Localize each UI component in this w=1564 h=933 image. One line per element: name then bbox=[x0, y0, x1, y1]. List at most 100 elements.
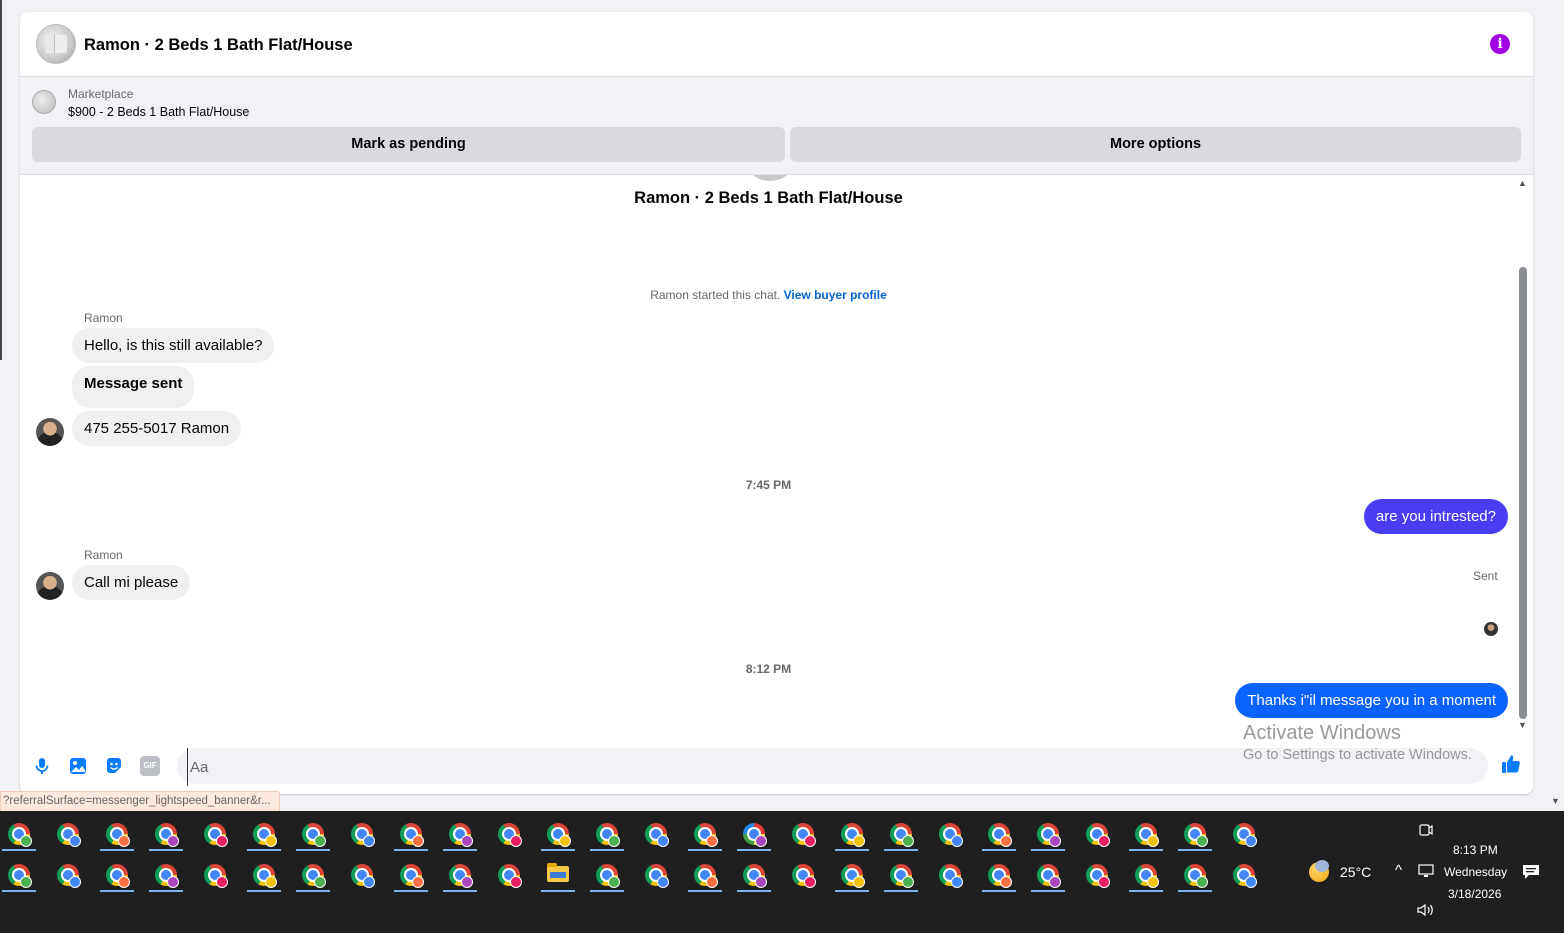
page-scroll-down-icon[interactable]: ▼ bbox=[1551, 796, 1560, 806]
more-options-button[interactable]: More options bbox=[790, 127, 1521, 162]
network-icon[interactable] bbox=[1418, 864, 1434, 878]
chrome-profile-icon[interactable] bbox=[1176, 856, 1214, 892]
sender-avatar[interactable] bbox=[36, 572, 64, 600]
chrome-profile-icon[interactable] bbox=[0, 815, 38, 851]
chrome-profile-icon[interactable] bbox=[49, 856, 87, 892]
chrome-profile-icon[interactable] bbox=[1127, 856, 1165, 892]
notifications-icon[interactable] bbox=[1522, 864, 1540, 880]
folder-icon bbox=[547, 863, 569, 882]
window-edge bbox=[0, 0, 2, 360]
chrome-profile-icon[interactable] bbox=[1029, 815, 1067, 851]
chrome-profile-icon[interactable] bbox=[343, 856, 381, 892]
sender-avatar[interactable] bbox=[36, 418, 64, 446]
chat-started-text: Ramon started this chat. bbox=[650, 288, 781, 302]
clock-time[interactable]: 8:13 PM bbox=[1453, 843, 1498, 857]
mark-as-pending-button[interactable]: Mark as pending bbox=[32, 127, 785, 162]
scroll-down-arrow-icon[interactable]: ▼ bbox=[1518, 720, 1527, 730]
sticker-icon[interactable] bbox=[104, 756, 124, 776]
chrome-profile-icon[interactable] bbox=[1127, 815, 1165, 851]
profile-badge-icon bbox=[608, 835, 620, 847]
message-input-container[interactable] bbox=[177, 748, 1488, 786]
profile-badge-icon bbox=[902, 835, 914, 847]
chrome-profile-icon[interactable] bbox=[245, 856, 283, 892]
chrome-profile-icon[interactable] bbox=[882, 856, 920, 892]
chrome-profile-icon[interactable] bbox=[294, 815, 332, 851]
chrome-profile-icon[interactable] bbox=[392, 815, 430, 851]
clock-day[interactable]: Wednesday bbox=[1444, 865, 1507, 879]
chrome-profile-icon[interactable] bbox=[637, 856, 675, 892]
meet-now-icon[interactable] bbox=[1419, 823, 1433, 837]
chrome-profile-icon[interactable] bbox=[588, 815, 626, 851]
chrome-profile-icon[interactable] bbox=[735, 856, 773, 892]
chrome-profile-icon[interactable] bbox=[1078, 856, 1116, 892]
chrome-profile-icon[interactable] bbox=[343, 815, 381, 851]
chrome-profile-icon[interactable] bbox=[882, 815, 920, 851]
gif-icon[interactable]: GIF bbox=[140, 756, 160, 776]
chrome-profile-icon[interactable] bbox=[196, 815, 234, 851]
chrome-profile-icon[interactable] bbox=[784, 856, 822, 892]
chrome-profile-icon[interactable] bbox=[980, 815, 1018, 851]
scrollbar-thumb[interactable] bbox=[1519, 267, 1527, 719]
chrome-profile-icon[interactable] bbox=[441, 856, 479, 892]
listing-avatar[interactable] bbox=[36, 24, 76, 64]
info-icon[interactable]: i bbox=[1490, 34, 1510, 54]
message-bubble-incoming[interactable]: 475 255-5017 Ramon bbox=[72, 411, 242, 446]
chrome-profile-icon[interactable] bbox=[196, 856, 234, 892]
profile-badge-icon bbox=[608, 876, 620, 888]
chrome-profile-icon[interactable] bbox=[980, 856, 1018, 892]
chrome-profile-icon[interactable] bbox=[49, 815, 87, 851]
weather-icon[interactable] bbox=[1309, 860, 1329, 882]
file-explorer-icon[interactable] bbox=[539, 856, 577, 892]
image-icon[interactable] bbox=[68, 756, 88, 776]
chrome-profile-icon[interactable] bbox=[1176, 815, 1214, 851]
chrome-profile-icon[interactable] bbox=[1225, 815, 1263, 851]
chrome-profile-icon[interactable] bbox=[98, 856, 136, 892]
listing-banner: Marketplace $900 - 2 Beds 1 Bath Flat/Ho… bbox=[20, 77, 1533, 175]
chrome-profile-icon[interactable] bbox=[490, 815, 528, 851]
chrome-profile-icon[interactable] bbox=[931, 815, 969, 851]
chrome-profile-icon[interactable] bbox=[98, 815, 136, 851]
chrome-profile-icon[interactable] bbox=[245, 815, 283, 851]
chrome-profile-icon[interactable] bbox=[686, 856, 724, 892]
thumbs-up-icon[interactable] bbox=[1500, 753, 1522, 775]
chrome-profile-icon[interactable] bbox=[784, 815, 822, 851]
chat-title[interactable]: Ramon · 2 Beds 1 Bath Flat/House bbox=[84, 36, 353, 55]
chrome-profile-icon[interactable] bbox=[1078, 815, 1116, 851]
chrome-profile-icon[interactable] bbox=[147, 856, 185, 892]
message-bubble-incoming[interactable]: Call mi please bbox=[72, 565, 191, 600]
chrome-profile-icon[interactable] bbox=[441, 815, 479, 851]
chrome-profile-icon[interactable] bbox=[931, 856, 969, 892]
app-icon[interactable] bbox=[735, 815, 773, 851]
chrome-profile-icon[interactable] bbox=[147, 815, 185, 851]
profile-badge-icon bbox=[559, 835, 571, 847]
view-buyer-profile-link[interactable]: View buyer profile bbox=[784, 288, 887, 302]
chrome-profile-icon[interactable] bbox=[833, 856, 871, 892]
chrome-profile-icon[interactable] bbox=[392, 856, 430, 892]
message-status: Sent bbox=[1473, 569, 1498, 583]
message-bubble-outgoing[interactable]: Thanks i"il message you in a moment bbox=[1235, 683, 1508, 718]
chrome-profile-icon[interactable] bbox=[686, 815, 724, 851]
chrome-profile-icon[interactable] bbox=[637, 815, 675, 851]
chrome-profile-icon[interactable] bbox=[0, 856, 38, 892]
weather-temperature[interactable]: 25°C bbox=[1340, 864, 1371, 880]
chrome-profile-icon[interactable] bbox=[833, 815, 871, 851]
clock-date[interactable]: 3/18/2026 bbox=[1448, 887, 1501, 901]
chrome-profile-icon[interactable] bbox=[294, 856, 332, 892]
message-bubble-outgoing[interactable]: are you intrested? bbox=[1363, 499, 1508, 534]
listing-source: Marketplace bbox=[68, 87, 134, 101]
message-input[interactable] bbox=[187, 748, 1452, 786]
chrome-profile-icon[interactable] bbox=[588, 856, 626, 892]
show-hidden-icons-chevron-icon[interactable]: ^ bbox=[1395, 862, 1402, 879]
chrome-profile-icon[interactable] bbox=[1029, 856, 1067, 892]
microphone-icon[interactable] bbox=[32, 756, 52, 776]
message-bubble-incoming[interactable]: Message sent bbox=[72, 366, 195, 408]
listing-summary[interactable]: $900 - 2 Beds 1 Bath Flat/House bbox=[68, 105, 249, 119]
listing-thumbnail[interactable] bbox=[32, 90, 56, 114]
chrome-profile-icon[interactable] bbox=[539, 815, 577, 851]
chrome-profile-icon[interactable] bbox=[490, 856, 528, 892]
message-bubble-incoming[interactable]: Hello, is this still available? bbox=[72, 328, 275, 363]
volume-icon[interactable] bbox=[1417, 903, 1435, 917]
message-list[interactable]: Ramon · 2 Beds 1 Bath Flat/House Ramon s… bbox=[20, 175, 1533, 745]
scroll-up-arrow-icon[interactable]: ▲ bbox=[1518, 178, 1527, 188]
chrome-profile-icon[interactable] bbox=[1225, 856, 1263, 892]
